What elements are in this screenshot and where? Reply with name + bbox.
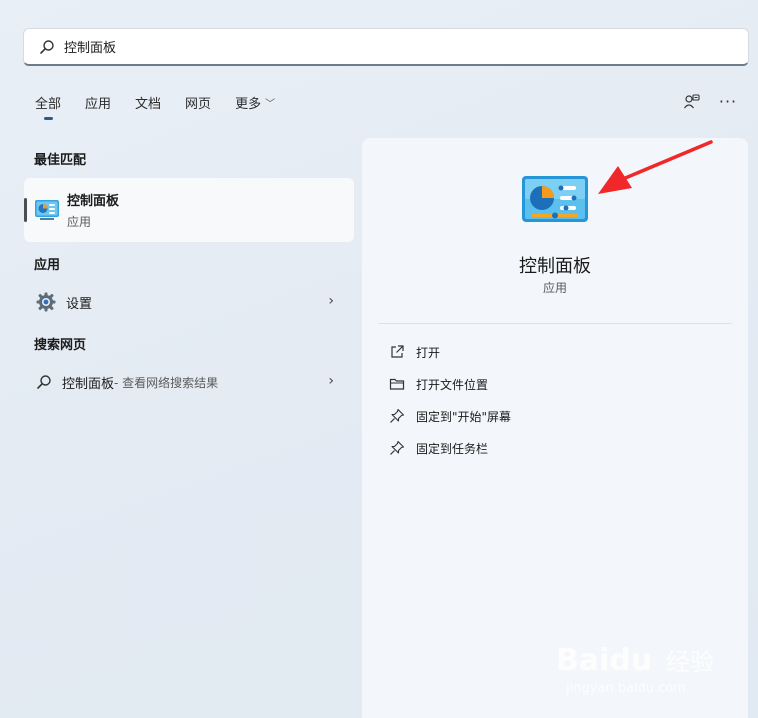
best-match-item[interactable]: 控制面板 应用: [24, 178, 354, 242]
open-external-icon: [388, 343, 406, 361]
search-box[interactable]: [23, 28, 749, 66]
chevron-down-icon: ﹀: [265, 99, 276, 110]
pin-icon: [388, 439, 406, 457]
account-switch-icon[interactable]: [680, 92, 704, 112]
control-panel-icon: [522, 176, 588, 222]
detail-title: 控制面板: [519, 256, 591, 277]
action-pin-to-taskbar[interactable]: 固定到任务栏: [388, 436, 488, 460]
web-search-query: 控制面板: [62, 376, 115, 392]
tab-documents[interactable]: 文档: [135, 93, 161, 112]
top-actions: ···: [668, 92, 740, 112]
action-open-file-location[interactable]: 打开文件位置: [388, 372, 488, 396]
best-match-type: 应用: [67, 215, 92, 229]
divider: [378, 323, 732, 324]
tab-all[interactable]: 全部: [35, 93, 61, 120]
search-input[interactable]: [64, 39, 664, 54]
search-icon: [38, 38, 56, 56]
control-panel-icon: [35, 200, 59, 220]
search-icon: [37, 375, 51, 389]
best-match-name: 控制面板: [67, 194, 120, 209]
section-apps: 应用: [34, 258, 61, 273]
baidu-jingyan-watermark: Baidu 经验 jingyan.baidu.com: [556, 643, 714, 696]
action-pin-to-start[interactable]: 固定到"开始"屏幕: [388, 404, 511, 428]
folder-icon: [388, 375, 406, 393]
pin-icon: [388, 407, 406, 425]
selection-indicator: [24, 198, 27, 222]
settings-gear-icon: [36, 292, 56, 312]
chevron-right-icon: ›: [328, 373, 334, 389]
app-item-settings[interactable]: 设置 ›: [24, 282, 354, 322]
section-best-match: 最佳匹配: [34, 153, 87, 168]
action-open[interactable]: 打开: [388, 340, 440, 364]
tab-apps[interactable]: 应用: [85, 93, 111, 112]
svg-text:jingyan.baidu.com: jingyan.baidu.com: [565, 681, 686, 696]
svg-text:Baidu: Baidu: [556, 643, 652, 678]
annotation-arrow: [598, 140, 713, 194]
svg-text:经验: 经验: [666, 648, 714, 676]
chevron-right-icon: ›: [328, 293, 334, 309]
detail-subtitle: 应用: [542, 281, 567, 295]
filter-tabs: 全部 应用 文档 网页 更多 ﹀: [35, 93, 299, 120]
app-item-settings-label: 设置: [66, 296, 93, 312]
tab-more[interactable]: 更多 ﹀: [235, 93, 275, 112]
section-web: 搜索网页: [34, 338, 87, 353]
more-options-icon[interactable]: ···: [716, 92, 740, 112]
web-search-item[interactable]: 控制面板 - 查看网络搜索结果 ›: [24, 362, 354, 402]
detail-panel: 控制面板 应用 打开 打开文件位置 固定到"开始"屏幕 固定到任务栏: [362, 138, 748, 718]
web-search-hint: - 查看网络搜索结果: [114, 375, 219, 390]
tab-web[interactable]: 网页: [185, 93, 211, 112]
